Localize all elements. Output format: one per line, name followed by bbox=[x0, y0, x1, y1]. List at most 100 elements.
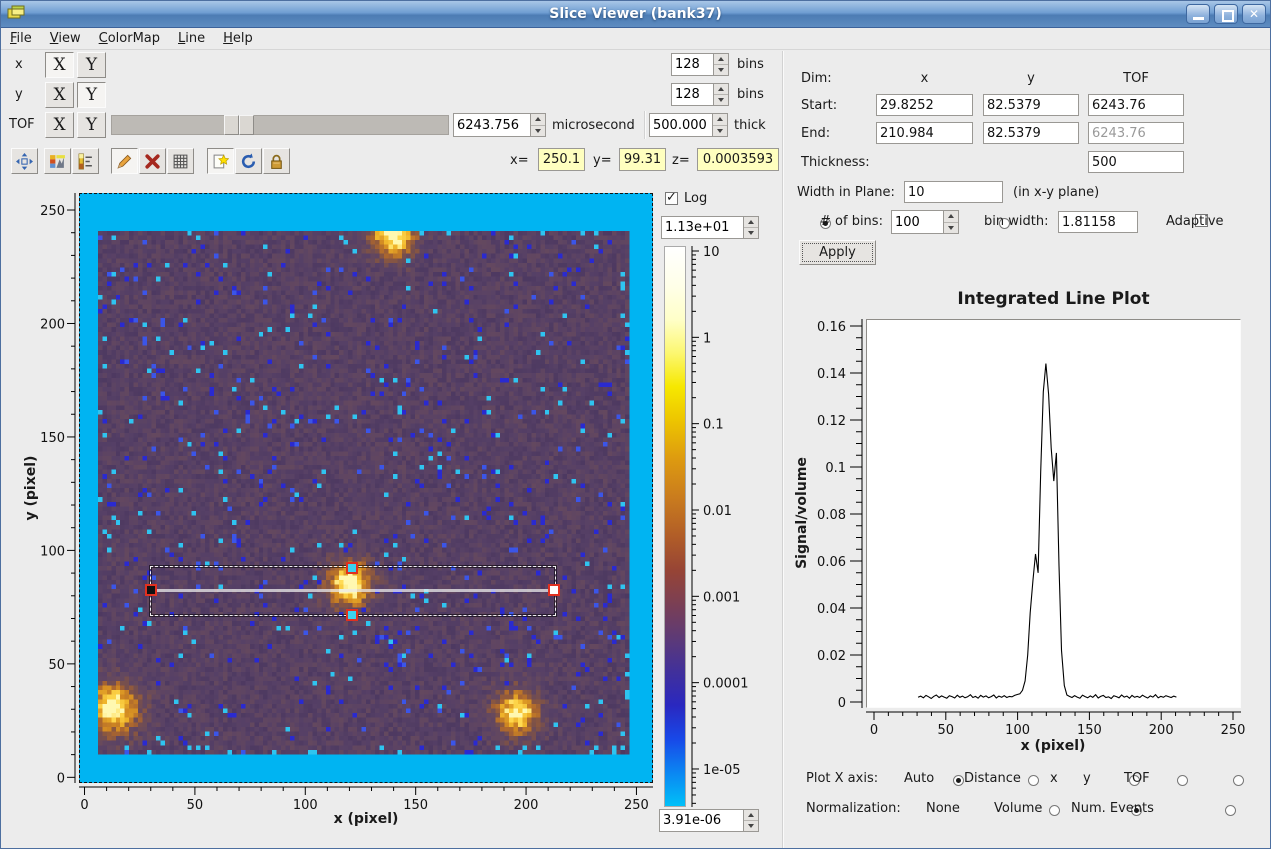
line-start-handle[interactable] bbox=[145, 584, 157, 596]
norm-events-radio[interactable] bbox=[1225, 805, 1236, 816]
color-range-icon bbox=[77, 153, 94, 170]
dim-tof-label: TOF bbox=[9, 117, 35, 132]
colorbar-min-spinbox[interactable] bbox=[659, 809, 759, 832]
svg-text:0.12: 0.12 bbox=[817, 414, 846, 429]
end-label: End: bbox=[801, 126, 830, 141]
plot-x-auto-label: Auto bbox=[904, 771, 934, 786]
colorbar-gradient[interactable] bbox=[664, 246, 686, 807]
close-button[interactable]: ✕ bbox=[1242, 4, 1266, 24]
svg-text:0.08: 0.08 bbox=[817, 508, 846, 523]
plot-x-distance-radio[interactable] bbox=[1028, 775, 1039, 786]
tof-unit-label: microsecond bbox=[552, 118, 635, 133]
line-plot-ylabel: Signal/volume bbox=[794, 433, 810, 593]
svg-text:0: 0 bbox=[80, 798, 88, 813]
svg-text:50: 50 bbox=[938, 723, 955, 738]
menu-bar: File View ColorMap Line Help bbox=[1, 28, 1270, 50]
main-plot-ylabel: y (pixel) bbox=[23, 408, 39, 568]
start-tof-field[interactable] bbox=[1088, 94, 1184, 116]
apply-button[interactable]: Apply bbox=[799, 240, 876, 265]
svg-text:0.0001: 0.0001 bbox=[703, 677, 749, 692]
refresh-button[interactable] bbox=[235, 148, 262, 174]
norm-volume-label: Volume bbox=[994, 801, 1042, 816]
norm-none-label: None bbox=[926, 801, 960, 816]
dim-tof-as-y-button[interactable]: Y bbox=[77, 112, 106, 138]
separator bbox=[644, 111, 646, 139]
width-in-plane-label: Width in Plane: bbox=[797, 185, 895, 200]
dim-header-label: Dim: bbox=[801, 71, 832, 86]
dim-x-as-y-button[interactable]: Y bbox=[77, 52, 106, 78]
line-selection-centerline[interactable] bbox=[156, 589, 551, 592]
colorbar-max-spinbox[interactable] bbox=[661, 216, 759, 239]
delete-line-button[interactable] bbox=[139, 148, 166, 174]
thickness-spinbox[interactable] bbox=[649, 113, 728, 137]
x-bins-spinbox[interactable] bbox=[671, 53, 729, 76]
menu-colormap[interactable]: ColorMap bbox=[90, 29, 169, 48]
dim-x-as-x-button[interactable]: X bbox=[45, 52, 74, 78]
menu-line[interactable]: Line bbox=[169, 29, 214, 48]
snap-to-grid-button[interactable] bbox=[167, 148, 194, 174]
svg-text:100: 100 bbox=[1005, 723, 1030, 738]
heatmap-canvas[interactable] bbox=[80, 194, 652, 782]
line-plot-area[interactable] bbox=[866, 319, 1241, 708]
plot-x-distance-label: Distance bbox=[964, 771, 1021, 786]
title-bar[interactable]: Slice Viewer (bank37) ✕ bbox=[1, 1, 1270, 28]
lock-aspect-button[interactable] bbox=[263, 148, 290, 174]
dim-x-label: x bbox=[15, 57, 23, 72]
start-y-field[interactable] bbox=[983, 94, 1079, 116]
svg-text:200: 200 bbox=[514, 798, 539, 813]
thickness-field[interactable] bbox=[1088, 151, 1184, 173]
width-in-plane-field[interactable] bbox=[904, 181, 1003, 203]
window-title: Slice Viewer (bank37) bbox=[1, 6, 1270, 22]
dim-tof-as-x-button[interactable]: X bbox=[45, 112, 74, 138]
color-palette-button[interactable] bbox=[44, 148, 71, 174]
lock-icon bbox=[268, 153, 285, 170]
dim-col-x: x bbox=[876, 71, 973, 86]
maximize-button[interactable] bbox=[1214, 4, 1238, 24]
zoom-to-fit-button[interactable] bbox=[11, 148, 38, 174]
bin-width-field[interactable] bbox=[1058, 211, 1138, 233]
norm-none-radio[interactable] bbox=[1049, 805, 1060, 816]
end-x-field[interactable] bbox=[876, 122, 973, 144]
heatmap-plot[interactable] bbox=[79, 193, 653, 783]
tof-value-spinbox[interactable] bbox=[453, 113, 546, 137]
start-x-field[interactable] bbox=[876, 94, 973, 116]
dim-y-as-y-button[interactable]: Y bbox=[77, 82, 106, 108]
main-plot-xlabel: x (pixel) bbox=[281, 811, 451, 827]
y-bins-spinbox[interactable] bbox=[671, 83, 729, 106]
line-width-bottom-handle[interactable] bbox=[346, 609, 358, 621]
num-bins-spinbox[interactable] bbox=[891, 210, 959, 234]
plot-x-tof-radio[interactable] bbox=[1233, 775, 1244, 786]
dim-y-as-x-button[interactable]: X bbox=[45, 82, 74, 108]
tof-slider[interactable] bbox=[111, 115, 449, 135]
end-tof-field bbox=[1088, 122, 1184, 144]
line-end-handle[interactable] bbox=[548, 584, 560, 596]
dim-col-y: y bbox=[983, 71, 1079, 86]
draw-line-button[interactable] bbox=[111, 148, 138, 174]
start-label: Start: bbox=[801, 98, 837, 113]
cursor-y-label: y= bbox=[593, 153, 612, 168]
log-scale-checkbox[interactable] bbox=[665, 192, 678, 205]
tof-slider-handle[interactable] bbox=[224, 115, 239, 135]
plot-x-auto-radio[interactable] bbox=[953, 775, 964, 786]
color-range-button[interactable] bbox=[72, 148, 99, 174]
cursor-z-value: 0.0003593 bbox=[697, 148, 779, 171]
line-plot-xlabel: x (pixel) bbox=[968, 738, 1138, 754]
menu-view[interactable]: View bbox=[41, 29, 90, 48]
line-width-top-handle[interactable] bbox=[346, 562, 358, 574]
plot-x-x-label: x bbox=[1050, 771, 1058, 786]
dim-col-tof: TOF bbox=[1088, 71, 1184, 86]
end-y-field[interactable] bbox=[983, 122, 1079, 144]
plot-x-axis-label: Plot X axis: bbox=[806, 771, 878, 786]
svg-text:0: 0 bbox=[838, 696, 846, 711]
menu-help[interactable]: Help bbox=[214, 29, 262, 48]
menu-file[interactable]: File bbox=[1, 29, 41, 48]
minimize-button[interactable] bbox=[1186, 4, 1210, 24]
plot-x-y-radio[interactable] bbox=[1177, 775, 1188, 786]
svg-text:50: 50 bbox=[48, 658, 65, 673]
tof-slider-handle-right[interactable] bbox=[239, 115, 254, 135]
red-x-icon bbox=[144, 153, 161, 170]
width-in-plane-suffix: (in x-y plane) bbox=[1013, 185, 1099, 200]
peaks-overlay-button[interactable] bbox=[207, 148, 234, 174]
refresh-icon bbox=[240, 153, 257, 170]
cursor-z-label: z= bbox=[672, 153, 690, 168]
